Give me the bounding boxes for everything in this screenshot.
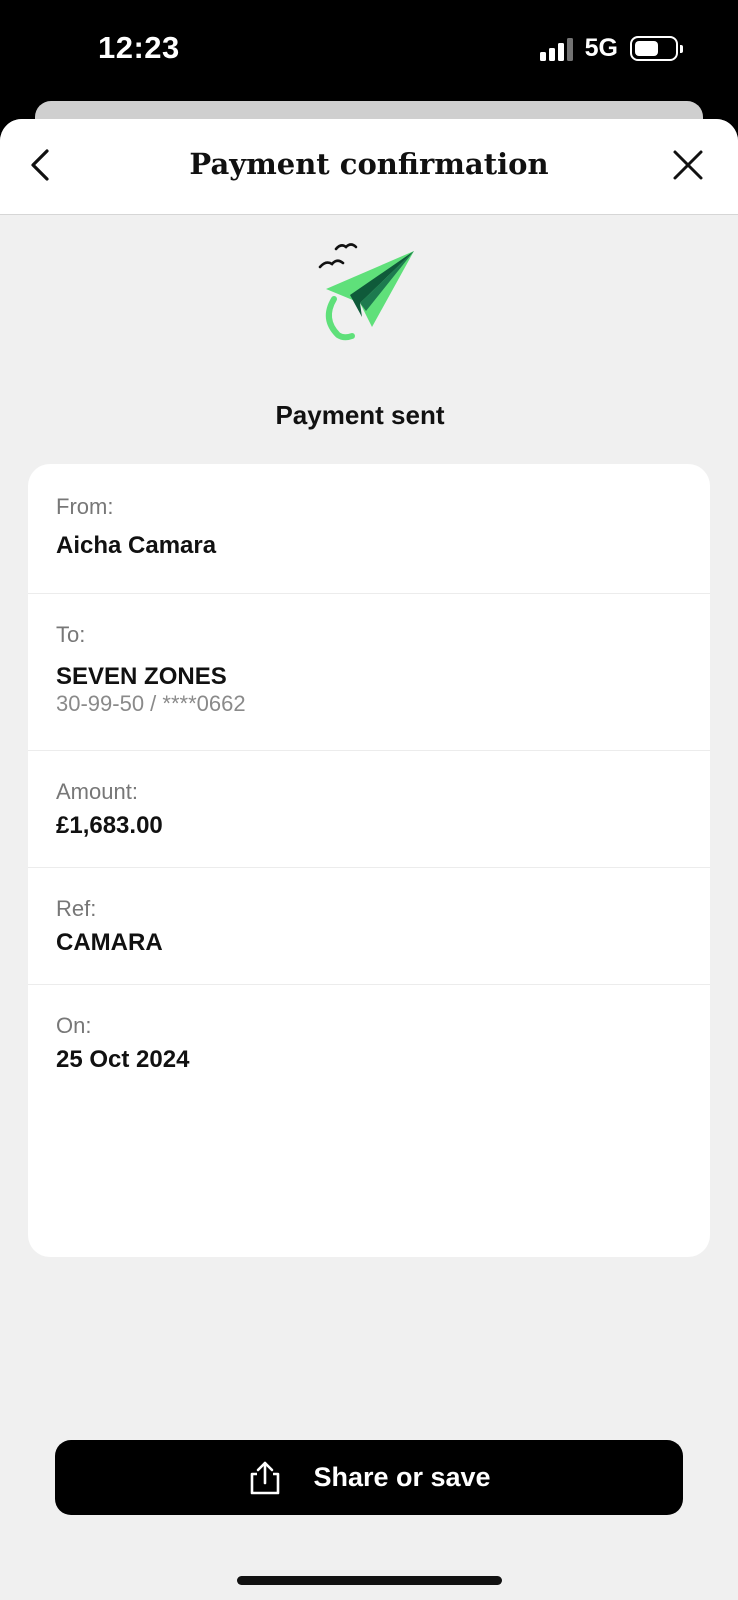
to-label: To: <box>56 622 86 647</box>
battery-level <box>635 41 658 56</box>
close-button[interactable] <box>666 143 710 187</box>
amount-label: Amount: <box>56 779 138 804</box>
status-bar: 12:23 5G <box>0 0 738 100</box>
payment-confirmation-sheet: Payment confirmation Payment sent From: … <box>0 119 738 1600</box>
signal-icon <box>539 37 573 61</box>
payment-status: Payment sent <box>275 400 445 430</box>
share-icon <box>247 1460 283 1496</box>
network-type: 5G <box>584 34 618 62</box>
amount-value: £1,683.00 <box>56 812 163 839</box>
home-indicator[interactable] <box>237 1576 502 1585</box>
paper-plane-icon <box>318 243 414 341</box>
detail-row-from: From: Aicha Camara <box>28 464 710 594</box>
date-label: On: <box>56 1013 92 1038</box>
detail-row-amount: Amount: £1,683.00 <box>28 751 710 868</box>
from-value: Aicha Camara <box>56 532 217 559</box>
share-or-save-label: Share or save <box>313 1462 491 1492</box>
detail-row-to: To: SEVEN ZONES 30-99-50 / ****0662 <box>28 594 710 751</box>
page-title: Payment confirmation <box>189 147 549 181</box>
status-time: 12:23 <box>98 30 180 65</box>
status-indicators: 5G <box>539 34 683 63</box>
header: Payment confirmation <box>0 119 738 215</box>
detail-row-date: On: 25 Oct 2024 <box>28 985 710 1125</box>
to-value: SEVEN ZONES <box>56 663 227 690</box>
ref-label: Ref: <box>56 896 97 921</box>
share-or-save-button[interactable]: Share or save <box>55 1440 683 1515</box>
close-icon <box>673 150 703 180</box>
ref-value: CAMARA <box>56 929 163 956</box>
from-label: From: <box>56 494 114 519</box>
payment-details-card: From: Aicha Camara To: SEVEN ZONES 30-99… <box>28 464 710 1257</box>
battery-icon <box>630 36 683 61</box>
to-account: 30-99-50 / ****0662 <box>56 691 246 716</box>
detail-row-ref: Ref: CAMARA <box>28 868 710 985</box>
date-value: 25 Oct 2024 <box>56 1046 190 1073</box>
